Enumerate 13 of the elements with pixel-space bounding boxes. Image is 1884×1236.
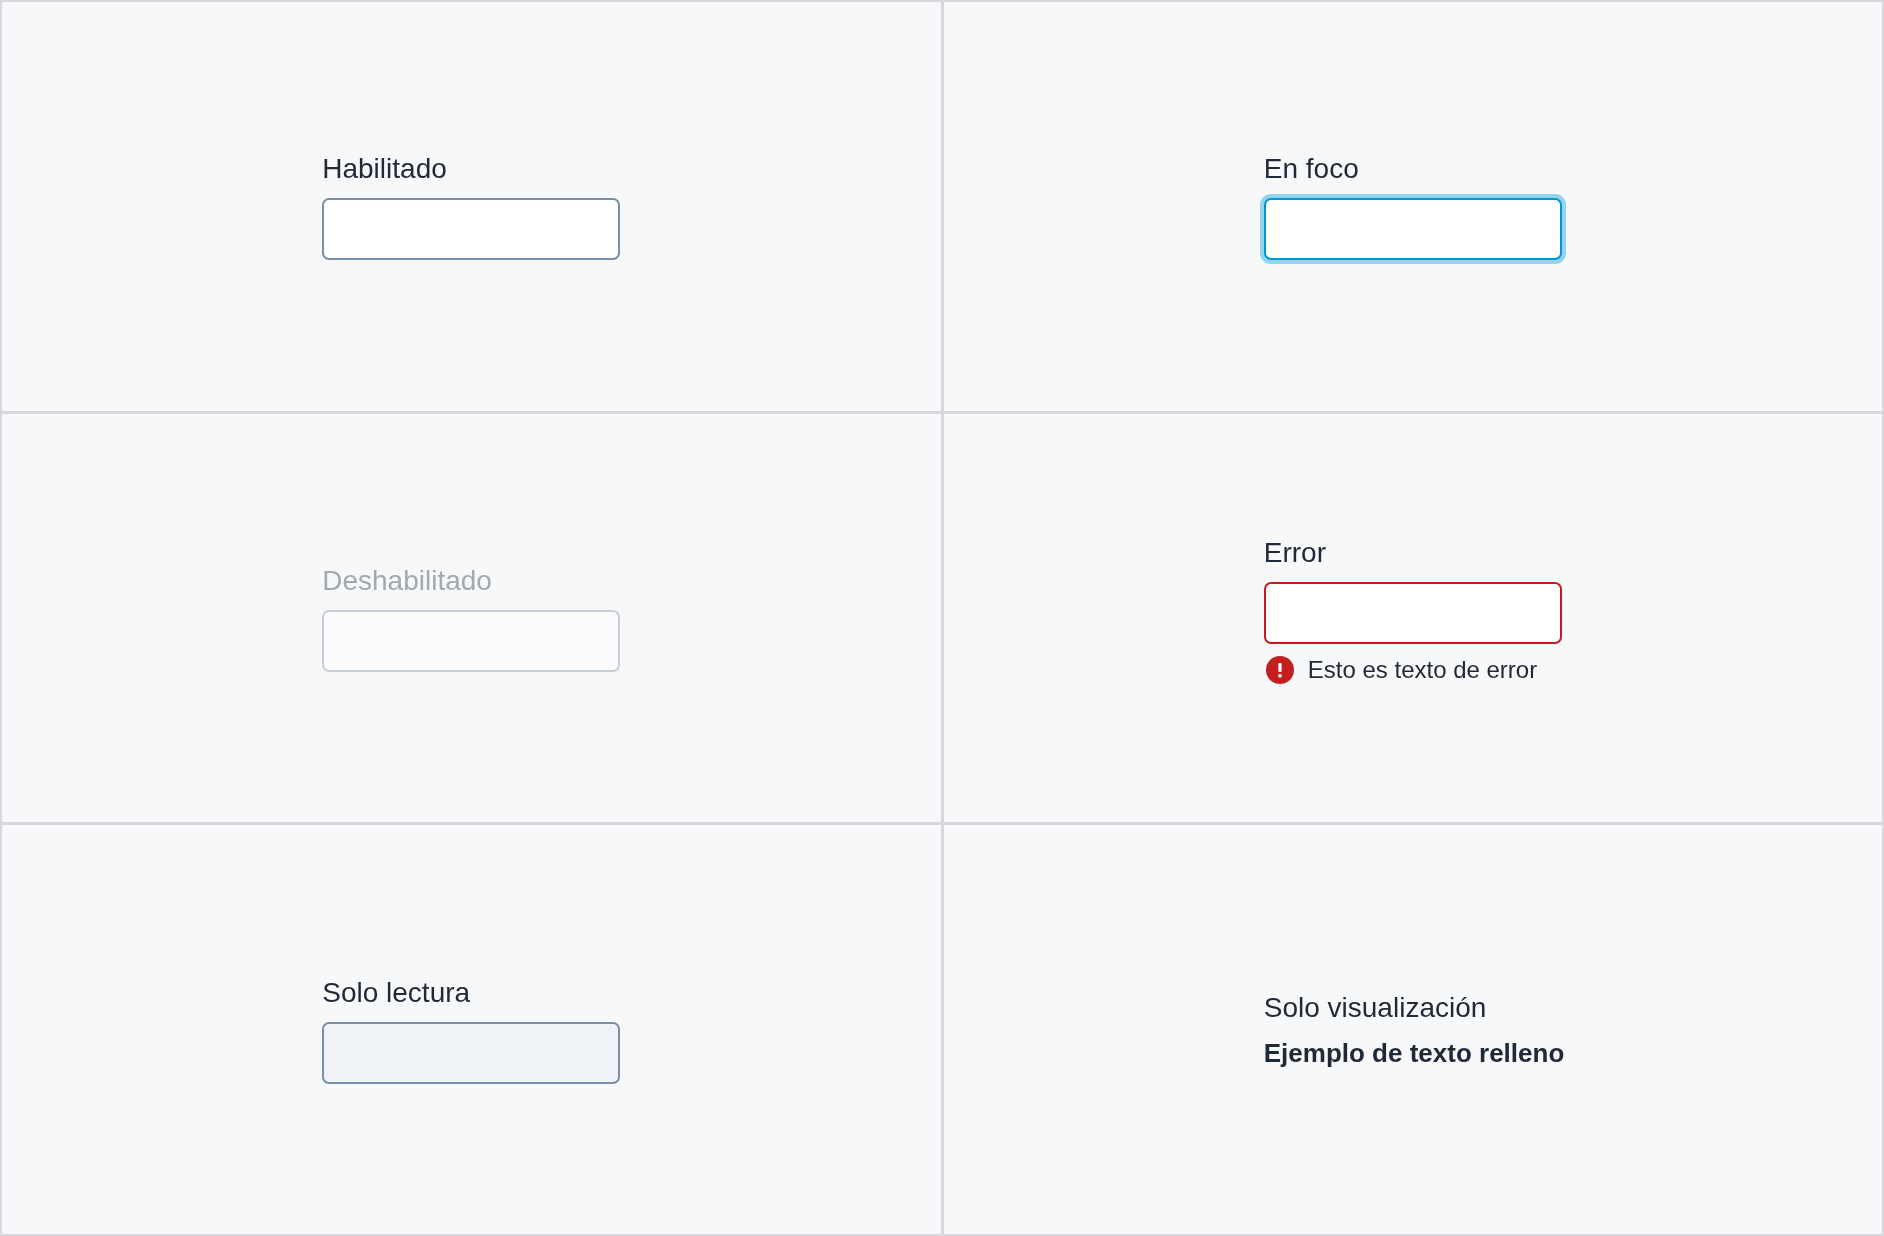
field-label: Habilitado bbox=[322, 152, 447, 187]
field-label: Solo lectura bbox=[322, 975, 471, 1010]
field-label: Solo visualización bbox=[1263, 990, 1487, 1025]
input-field[interactable] bbox=[1263, 582, 1562, 645]
input-field[interactable] bbox=[1263, 198, 1562, 261]
input-field[interactable] bbox=[322, 198, 621, 261]
field-value: Ejemplo de texto relleno bbox=[1263, 1036, 1565, 1069]
error-message: Esto es texto de error bbox=[1307, 655, 1538, 686]
field-label: En foco bbox=[1263, 152, 1359, 187]
input-field[interactable] bbox=[322, 1021, 621, 1084]
field-label: Deshabilitado bbox=[322, 564, 492, 598]
field-label: Error bbox=[1263, 536, 1326, 571]
error-icon bbox=[1265, 656, 1294, 684]
